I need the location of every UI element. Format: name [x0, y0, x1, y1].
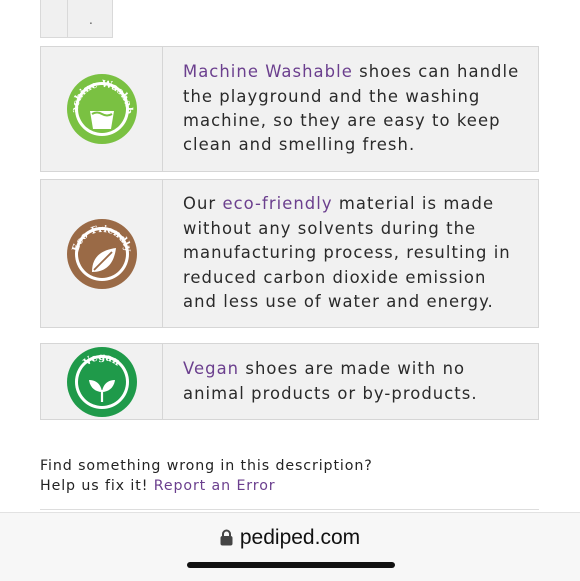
home-indicator[interactable] [187, 562, 395, 568]
domain-text: pediped.com [239, 526, 361, 549]
section-divider [40, 509, 539, 510]
feature-description: Machine Washable shoes can handle the pl… [163, 47, 538, 171]
feature-icon-cell: Machine Washable [41, 47, 163, 171]
feature-highlight: eco-friendly [222, 194, 333, 214]
stub-divider [67, 0, 68, 37]
previous-row-stub: . [40, 0, 113, 38]
eco-friendly-badge-icon: Eco-Friendly [66, 218, 137, 289]
vegan-badge-icon: Vegan [66, 346, 137, 417]
report-error-link[interactable]: Report an Error [154, 478, 276, 494]
stub-text: . [89, 13, 93, 27]
feature-highlight: Machine Washable [183, 62, 353, 82]
report-help-line: Help us fix it! Report an Error [40, 477, 373, 497]
feature-machine-washable: Machine Washable Machine Washable shoes … [40, 46, 539, 172]
machine-washable-badge-icon: Machine Washable [66, 73, 137, 144]
report-prompt: Find something wrong in this description… [40, 458, 373, 474]
feature-intro: Our [183, 194, 223, 214]
feature-description: Vegan shoes are made with no animal prod… [163, 344, 538, 419]
report-help-text: Help us fix it! [40, 477, 154, 494]
feature-icon-cell: Vegan [41, 344, 163, 419]
feature-eco-friendly: Eco-Friendly Our eco-friendly material i… [40, 179, 539, 328]
feature-icon-cell: Eco-Friendly [41, 180, 163, 327]
feature-vegan: Vegan Vegan shoes are made with no anima… [40, 343, 539, 420]
feature-description: Our eco-friendly material is made withou… [163, 180, 538, 327]
feature-highlight: Vegan [183, 359, 240, 379]
report-error-section: Find something wrong in this description… [40, 457, 373, 496]
url-display[interactable]: pediped.com [0, 526, 580, 550]
browser-address-bar[interactable]: pediped.com [0, 512, 580, 581]
lock-icon [220, 529, 233, 546]
